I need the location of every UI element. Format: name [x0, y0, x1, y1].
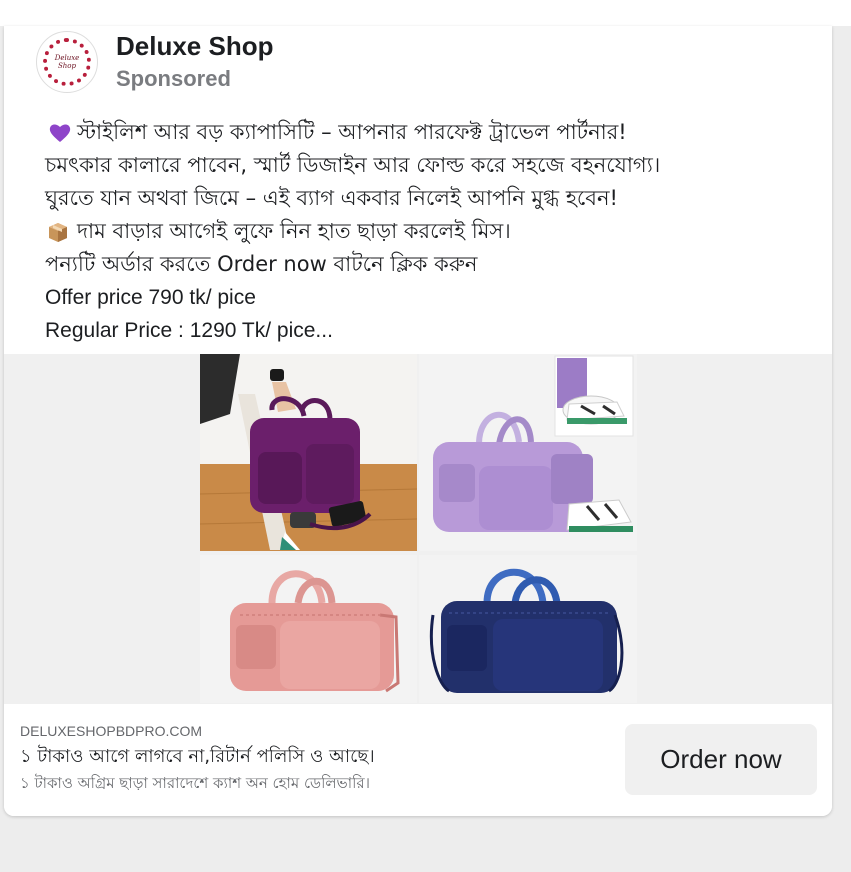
- post-line-text: স্টাইলিশ আর বড় ক্যাপাসিটি – আপনার পারফে…: [77, 120, 627, 144]
- link-domain: DELUXESHOPBDPRO.COM: [20, 723, 203, 739]
- header-text: Deluxe Shop Sponsored: [116, 30, 273, 94]
- link-title[interactable]: ১ টাকাও আগে লাগবে না,রিটার্ন পলিসি ও আছে…: [20, 742, 375, 773]
- sponsored-label[interactable]: Sponsored: [116, 64, 273, 94]
- post-line-1: স্টাইলিশ আর বড় ক্যাপাসিটি – আপনার পারফে…: [45, 116, 825, 149]
- post-line-5: পন্যটি অর্ডার করতে Order now বাটনে ক্লিক…: [45, 248, 825, 281]
- package-icon: [49, 223, 67, 242]
- post-line-text: ঘুরতে যান অথবা জিমে – এই ব্যাগ একবার নিল…: [45, 186, 618, 210]
- post-line-text: পন্যটি অর্ডার করতে Order now বাটনে ক্লিক…: [45, 252, 478, 276]
- sponsored-post-card: Deluxe Shop Deluxe Shop Sponsored স্টাইলি…: [4, 26, 832, 816]
- offer-price: Offer price 790 tk/ pice: [45, 281, 825, 314]
- post-line-2: চমৎকার কালারে পাবেন, স্মার্ট ডিজাইন আর ফ…: [45, 149, 825, 182]
- offer-price-text: Offer price 790 tk/ pice: [45, 286, 256, 309]
- top-strip: [0, 0, 851, 26]
- link-subtitle: ১ টাকাও অগ্রিম ছাড়া সারাদেশে ক্যাশ অন হ…: [20, 774, 370, 792]
- avatar[interactable]: Deluxe Shop: [36, 31, 98, 93]
- purple-heart-icon: [49, 124, 71, 142]
- photo-purple-bag-held[interactable]: [200, 354, 417, 551]
- order-now-button[interactable]: Order now: [625, 724, 817, 795]
- link-footer[interactable]: DELUXESHOPBDPRO.COM ১ টাকাও আগে লাগবে না…: [4, 704, 832, 816]
- post-header: Deluxe Shop Deluxe Shop Sponsored: [36, 30, 273, 94]
- regular-price[interactable]: Regular Price : 1290 Tk/ pice...: [45, 314, 825, 347]
- photo-navy-bag[interactable]: [419, 555, 637, 703]
- photo-pink-bag[interactable]: [200, 555, 417, 703]
- post-line-text: চমৎকার কালারে পাবেন, স্মার্ট ডিজাইন আর ফ…: [45, 153, 661, 177]
- regular-price-text: Regular Price : 1290 Tk/ pice...: [45, 319, 333, 342]
- avatar-logo: Deluxe Shop: [43, 38, 91, 86]
- post-text: স্টাইলিশ আর বড় ক্যাপাসিটি – আপনার পারফে…: [45, 116, 825, 347]
- post-line-text: দাম বাড়ার আগেই লুফে নিন হাত ছাড়া করলেই…: [77, 219, 511, 243]
- post-line-4: দাম বাড়ার আগেই লুফে নিন হাত ছাড়া করলেই…: [45, 215, 825, 248]
- photo-lavender-bag-shoes[interactable]: [419, 354, 637, 551]
- post-media[interactable]: [4, 354, 832, 704]
- post-line-3: ঘুরতে যান অথবা জিমে – এই ব্যাগ একবার নিল…: [45, 182, 825, 215]
- shop-name[interactable]: Deluxe Shop: [116, 30, 273, 62]
